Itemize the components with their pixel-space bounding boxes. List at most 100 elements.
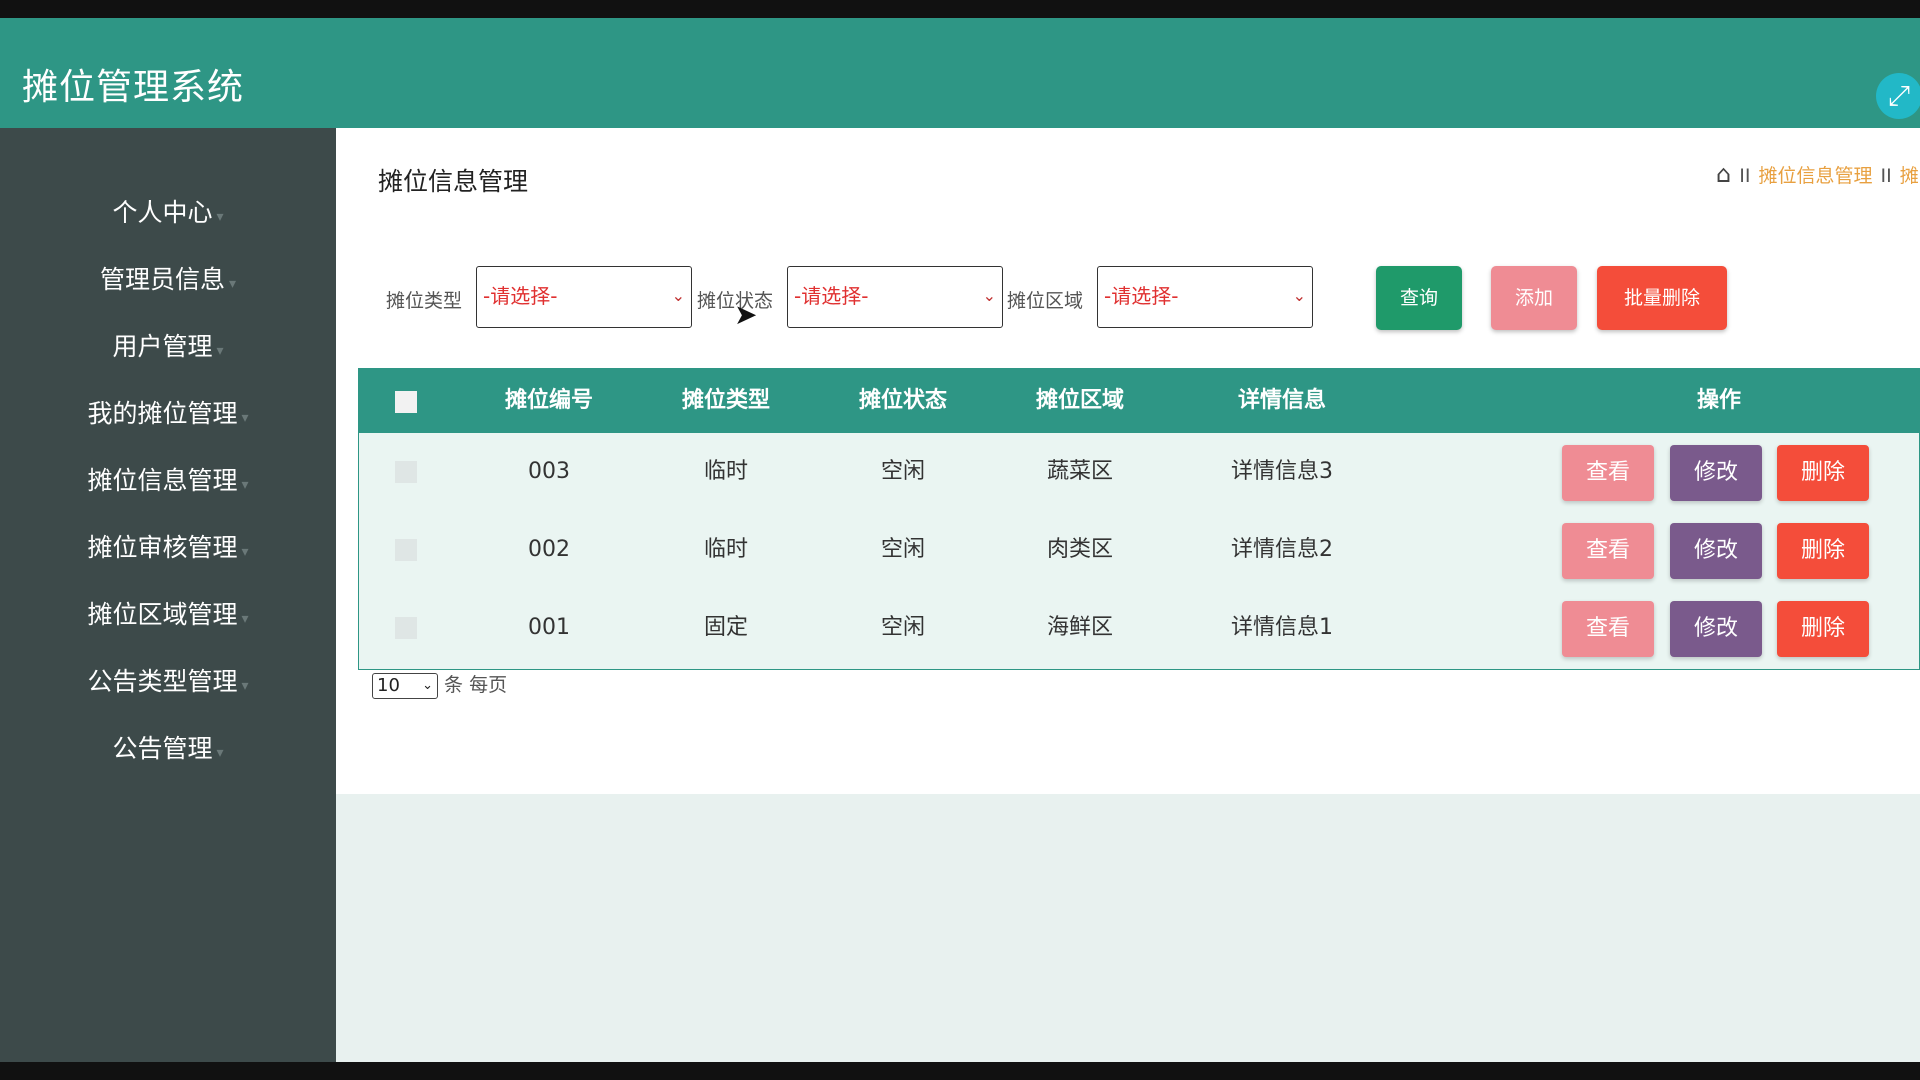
caret-down-icon: ▾ <box>241 544 249 560</box>
chevron-down-icon: ⌄ <box>1292 286 1306 305</box>
sidebar-item-label: 我的摊位管理 <box>87 399 238 428</box>
column-header-actions: 操作 <box>1696 388 1741 413</box>
caret-down-icon: ▾ <box>216 343 224 359</box>
sidebar-item-notice-management[interactable]: 公告管理 ▾ <box>0 727 336 771</box>
view-button[interactable]: 查看 <box>1562 601 1654 657</box>
sidebar-item-stall-info-management[interactable]: 摊位信息管理 ▾ <box>0 459 336 503</box>
row-checkbox[interactable] <box>395 617 417 639</box>
stall-table: 摊位编号 摊位类型 摊位状态 摊位区域 详情信息 操作 003 临时 空闲 蔬菜… <box>358 368 1920 670</box>
batch-delete-button[interactable]: 批量删除 <box>1597 266 1727 330</box>
column-header-type: 摊位类型 <box>681 388 770 413</box>
page-size-select[interactable]: 10 ⌄ <box>372 672 438 699</box>
stall-area-select[interactable]: -请选择- ⌄ <box>1097 266 1313 328</box>
column-header-detail: 详情信息 <box>1237 388 1326 413</box>
app-title: 摊位管理系统 <box>22 67 245 108</box>
content-background <box>336 794 1920 1062</box>
top-black-bar <box>0 0 1920 18</box>
breadcrumb-next[interactable]: 摊 <box>1900 165 1919 187</box>
table-row: 003 临时 空闲 蔬菜区 详情信息3 查看 修改 删除 <box>359 433 1919 511</box>
breadcrumb-separator: II <box>1739 165 1751 187</box>
chevron-down-icon: ⌄ <box>422 677 433 693</box>
stall-status-select[interactable]: -请选择- ⌄ <box>787 266 1003 328</box>
app-header: 摊位管理系统 ⤢ <box>0 18 1920 128</box>
select-all-checkbox[interactable] <box>395 391 417 413</box>
fullscreen-toggle-icon[interactable]: ⤢ <box>1876 73 1920 119</box>
sidebar-item-admin-info[interactable]: 管理员信息 ▾ <box>0 258 336 302</box>
sidebar-item-my-stall-management[interactable]: 我的摊位管理 ▾ <box>0 392 336 436</box>
table-header: 摊位编号 摊位类型 摊位状态 摊位区域 详情信息 操作 <box>359 369 1919 433</box>
edit-button[interactable]: 修改 <box>1670 523 1762 579</box>
sidebar-item-label: 管理员信息 <box>99 265 225 294</box>
page-size-value: 10 <box>377 674 400 696</box>
breadcrumb-separator: II <box>1880 165 1892 187</box>
sidebar-item-label: 公告管理 <box>112 734 213 763</box>
sidebar-item-label: 公告类型管理 <box>87 667 238 696</box>
delete-button[interactable]: 删除 <box>1777 523 1869 579</box>
column-header-status: 摊位状态 <box>858 388 947 413</box>
cell-type: 临时 <box>703 537 748 562</box>
pagination: 10 ⌄ 条 每页 <box>372 670 507 699</box>
add-button[interactable]: 添加 <box>1491 266 1577 330</box>
row-checkbox[interactable] <box>395 539 417 561</box>
row-checkbox[interactable] <box>395 461 417 483</box>
table-row: 002 临时 空闲 肉类区 详情信息2 查看 修改 删除 <box>359 511 1919 589</box>
view-button[interactable]: 查看 <box>1562 523 1654 579</box>
caret-down-icon: ▾ <box>241 678 249 694</box>
cell-area: 海鲜区 <box>1046 615 1113 640</box>
edit-button[interactable]: 修改 <box>1670 601 1762 657</box>
caret-down-icon: ▾ <box>228 276 237 292</box>
select-value: -请选择- <box>483 284 558 308</box>
table-row: 001 固定 空闲 海鲜区 详情信息1 查看 修改 删除 <box>359 589 1919 667</box>
cell-detail: 详情信息3 <box>1231 459 1333 484</box>
sidebar-item-label: 摊位信息管理 <box>87 466 238 495</box>
sidebar-item-notice-type-management[interactable]: 公告类型管理 ▾ <box>0 660 336 704</box>
sidebar: 个人中心 ▾ 管理员信息 ▾ 用户管理 ▾ 我的摊位管理 ▾ 摊位信息管理 ▾ 摊位审核管… <box>0 128 336 1062</box>
bottom-black-bar <box>0 1062 1920 1080</box>
cell-status: 空闲 <box>880 537 925 562</box>
select-value: -请选择- <box>794 284 869 308</box>
chevron-down-icon: ⌄ <box>671 286 685 305</box>
column-header-area: 摊位区域 <box>1035 388 1124 413</box>
cell-type: 临时 <box>703 459 748 484</box>
sidebar-item-personal-center[interactable]: 个人中心 ▾ <box>0 191 336 235</box>
cell-area: 蔬菜区 <box>1046 459 1113 484</box>
sidebar-item-stall-area-management[interactable]: 摊位区域管理 ▾ <box>0 593 336 637</box>
select-value: -请选择- <box>1104 284 1179 308</box>
caret-down-icon: ▾ <box>241 410 249 426</box>
cell-id: 001 <box>528 615 570 640</box>
cell-status: 空闲 <box>880 459 925 484</box>
main-panel: 摊位信息管理 ⌂ II 摊位信息管理 II 摊 摊位类型 -请选择- ⌄ 摊位状态 -请选… <box>336 128 1920 794</box>
stall-area-label: 摊位区域 <box>1007 290 1084 312</box>
sidebar-item-label: 用户管理 <box>112 332 213 361</box>
home-icon[interactable]: ⌂ <box>1716 160 1731 188</box>
delete-button[interactable]: 删除 <box>1777 601 1869 657</box>
edit-button[interactable]: 修改 <box>1670 445 1762 501</box>
sidebar-item-user-management[interactable]: 用户管理 ▾ <box>0 325 336 369</box>
cell-detail: 详情信息1 <box>1231 615 1333 640</box>
cell-type: 固定 <box>703 615 748 640</box>
caret-down-icon: ▾ <box>216 745 224 761</box>
cell-id: 002 <box>528 537 570 562</box>
chevron-down-icon: ⌄ <box>982 286 996 305</box>
query-button[interactable]: 查询 <box>1376 266 1462 330</box>
caret-down-icon: ▾ <box>241 477 249 493</box>
breadcrumb-current[interactable]: 摊位信息管理 <box>1758 165 1872 187</box>
stall-type-label: 摊位类型 <box>386 290 463 312</box>
sidebar-item-label: 摊位区域管理 <box>87 600 238 629</box>
breadcrumb: ⌂ II 摊位信息管理 II 摊 <box>1716 160 1919 188</box>
delete-button[interactable]: 删除 <box>1777 445 1869 501</box>
column-header-id: 摊位编号 <box>504 388 593 413</box>
sidebar-item-label: 个人中心 <box>112 198 213 227</box>
view-button[interactable]: 查看 <box>1562 445 1654 501</box>
page-title: 摊位信息管理 <box>378 167 529 196</box>
sidebar-item-label: 摊位审核管理 <box>87 533 238 562</box>
page-size-suffix: 条 每页 <box>444 674 508 696</box>
cell-area: 肉类区 <box>1046 537 1113 562</box>
cell-detail: 详情信息2 <box>1231 537 1333 562</box>
mouse-cursor-icon: ➤ <box>734 298 758 331</box>
caret-down-icon: ▾ <box>241 611 249 627</box>
sidebar-item-stall-review-management[interactable]: 摊位审核管理 ▾ <box>0 526 336 570</box>
cell-id: 003 <box>528 459 570 484</box>
cell-status: 空闲 <box>880 615 925 640</box>
stall-type-select[interactable]: -请选择- ⌄ <box>476 266 692 328</box>
